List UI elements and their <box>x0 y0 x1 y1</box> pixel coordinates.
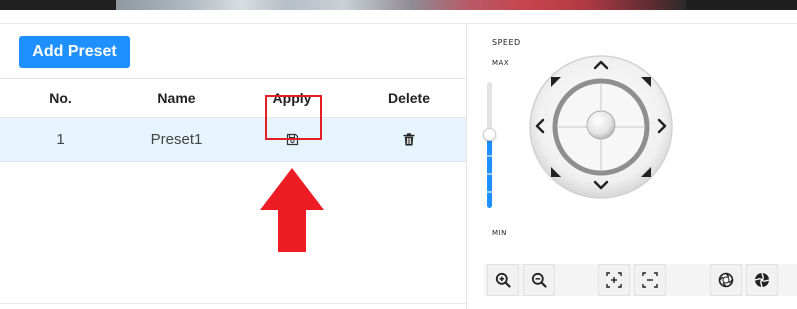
delete-preset-button[interactable] <box>399 130 419 150</box>
speed-slider-fill <box>487 139 492 208</box>
video-letterbox-left <box>0 0 116 10</box>
video-letterbox-right <box>686 0 797 10</box>
column-header-name: Name <box>157 90 196 106</box>
focus-far-icon <box>642 272 658 288</box>
trash-icon <box>403 133 415 146</box>
save-icon <box>286 133 298 146</box>
iris-close-button[interactable] <box>746 264 778 296</box>
ptz-joystick[interactable] <box>527 53 675 201</box>
pointer-arrow-icon <box>260 168 324 252</box>
zoom-in-button[interactable] <box>487 264 519 296</box>
zoom-in-icon <box>495 272 511 288</box>
focus-near-icon <box>606 272 622 288</box>
apply-preset-button[interactable] <box>282 130 302 150</box>
panel-divider <box>466 24 467 309</box>
preset-panel: Add Preset No. Name Apply Delete 1 Prese… <box>0 24 466 309</box>
focus-far-button[interactable] <box>634 264 666 296</box>
panel-bottom-divider <box>0 303 466 304</box>
focus-near-button[interactable] <box>598 264 630 296</box>
zoom-out-icon <box>531 272 547 288</box>
iris-open-button[interactable] <box>710 264 742 296</box>
apply-cell <box>232 118 352 162</box>
speed-min-label: MIN <box>492 229 507 237</box>
table-header: No. Name Apply Delete <box>0 78 466 118</box>
column-header-no: No. <box>49 90 72 106</box>
zoom-out-button[interactable] <box>523 264 555 296</box>
video-frame <box>116 0 686 10</box>
iris-close-icon <box>754 272 770 288</box>
iris-open-icon <box>718 272 734 288</box>
column-header-delete: Delete <box>387 90 431 106</box>
add-preset-button[interactable]: Add Preset <box>19 36 130 68</box>
speed-slider-handle[interactable] <box>483 128 496 141</box>
preset-name: Preset1 <box>150 131 203 148</box>
preset-table: No. Name Apply Delete 1 Preset1 <box>0 78 466 162</box>
delete-cell <box>352 118 466 162</box>
video-preview-strip <box>0 0 797 10</box>
column-header-apply: Apply <box>272 90 312 106</box>
preset-number: 1 <box>56 131 65 148</box>
speed-label: SPEED <box>492 38 521 47</box>
table-row[interactable]: 1 Preset1 <box>0 118 466 162</box>
speed-max-label: MAX <box>492 59 510 67</box>
